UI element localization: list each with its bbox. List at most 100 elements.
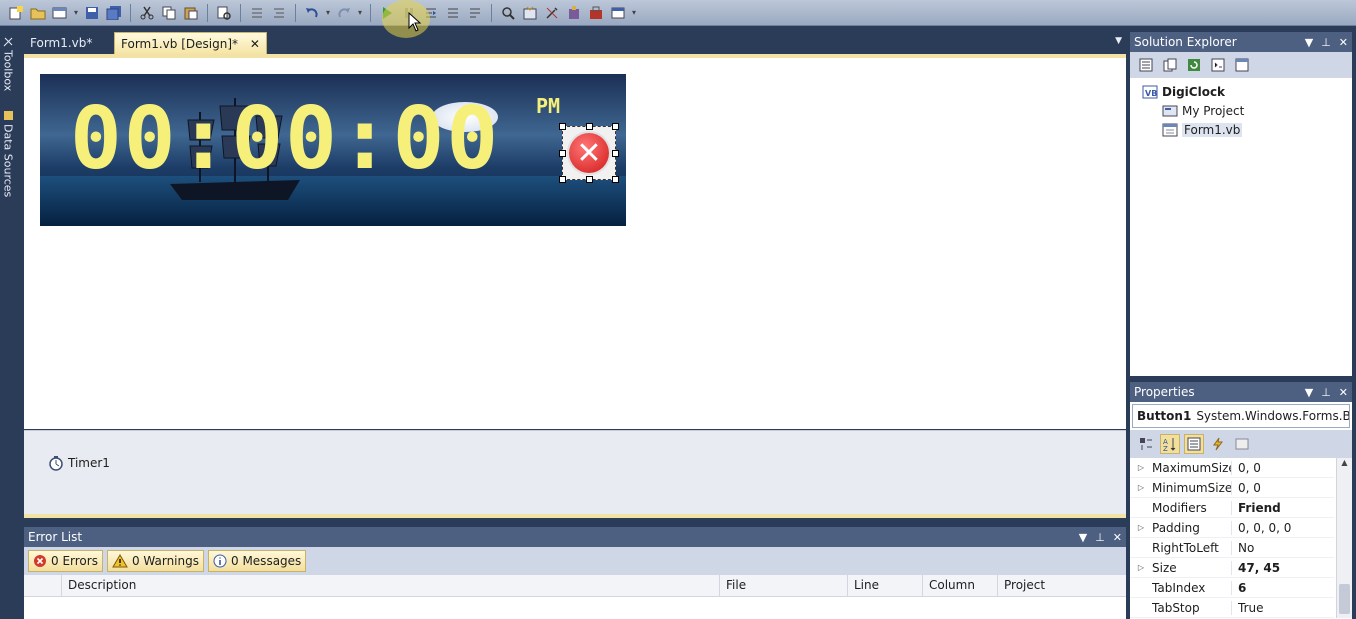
tab-form1-code[interactable]: Form1.vb* xyxy=(24,32,98,54)
expand-arrow-icon[interactable]: ▷ xyxy=(1130,563,1152,572)
messages-filter-button[interactable]: 0 Messages xyxy=(208,550,307,572)
alphabetical-icon[interactable]: AZ xyxy=(1160,434,1180,454)
property-row[interactable]: ▷ MaximumSize 0, 0 xyxy=(1130,458,1334,478)
property-value[interactable]: Friend xyxy=(1232,501,1281,515)
save-icon[interactable] xyxy=(82,3,102,23)
warnings-filter-button[interactable]: 0 Warnings xyxy=(106,550,204,572)
redo-icon[interactable] xyxy=(334,3,354,23)
tree-item-form1[interactable]: Form1.vb xyxy=(1130,120,1352,139)
copy-icon[interactable] xyxy=(159,3,179,23)
clock-background-picture[interactable]: 00:00:00 PM ✕ xyxy=(40,74,626,226)
close-panel-icon[interactable]: ✕ xyxy=(1113,531,1122,544)
column-header-line[interactable]: Line xyxy=(848,575,923,596)
expand-arrow-icon[interactable]: ▷ xyxy=(1130,483,1152,492)
expand-arrow-icon[interactable]: ▷ xyxy=(1130,463,1152,472)
tree-item-my-project[interactable]: My Project xyxy=(1130,101,1352,120)
properties-icon[interactable] xyxy=(542,3,562,23)
auto-hide-pin-icon[interactable]: ⊥ xyxy=(1095,531,1105,544)
auto-hide-pin-icon[interactable]: ⊥ xyxy=(1321,386,1331,399)
tab-form1-design[interactable]: Form1.vb [Design]* ✕ xyxy=(114,32,267,54)
property-value[interactable]: True xyxy=(1232,601,1264,615)
add-new-item-icon[interactable] xyxy=(50,3,70,23)
column-header-column[interactable]: Column xyxy=(923,575,998,596)
form-designer-surface[interactable]: 00:00:00 PM ✕ xyxy=(24,54,1126,429)
categorized-icon[interactable] xyxy=(1136,434,1156,454)
start-debugging-icon[interactable] xyxy=(377,3,397,23)
column-header-description[interactable]: Description xyxy=(62,575,720,596)
step-into-icon[interactable] xyxy=(421,3,441,23)
object-selector-dropdown[interactable]: Button1 System.Windows.Forms.B ▼ xyxy=(1132,404,1350,428)
resize-handle[interactable] xyxy=(586,176,593,183)
resize-handle[interactable] xyxy=(612,176,619,183)
tree-item-project[interactable]: VB DigiClock xyxy=(1130,82,1352,101)
view-designer-icon[interactable] xyxy=(1232,55,1252,75)
scroll-up-arrow-icon[interactable]: ▲ xyxy=(1337,458,1352,472)
timer1-component[interactable]: Timer1 xyxy=(48,455,110,471)
property-row[interactable]: ▷ MinimumSize 0, 0 xyxy=(1130,478,1334,498)
property-row[interactable]: ▷ Padding 0, 0, 0, 0 xyxy=(1130,518,1334,538)
resize-handle[interactable] xyxy=(559,123,566,130)
step-over-icon[interactable] xyxy=(443,3,463,23)
property-value[interactable]: 0, 0 xyxy=(1232,461,1261,475)
column-header-project[interactable]: Project xyxy=(998,575,1126,596)
column-header-file[interactable]: File xyxy=(720,575,848,596)
property-value[interactable]: 0, 0 xyxy=(1232,481,1261,495)
window-position-dropdown-icon[interactable]: ▼ xyxy=(1305,36,1313,49)
redo-dropdown-icon[interactable]: ▾ xyxy=(356,3,364,23)
step-out-icon[interactable] xyxy=(465,3,485,23)
show-all-files-icon[interactable] xyxy=(1160,55,1180,75)
property-value[interactable]: 0, 0, 0, 0 xyxy=(1232,521,1291,535)
cut-icon[interactable] xyxy=(137,3,157,23)
property-row[interactable]: ▷ Size 47, 45 xyxy=(1130,558,1334,578)
tab-list-dropdown-icon[interactable]: ▼ xyxy=(1115,36,1122,46)
resize-handle[interactable] xyxy=(586,123,593,130)
toolbar-options-icon[interactable]: ▾ xyxy=(630,3,638,23)
find-in-files-icon[interactable] xyxy=(214,3,234,23)
auto-hide-pin-icon[interactable]: ⊥ xyxy=(1321,36,1331,49)
uncomment-lines-icon[interactable] xyxy=(269,3,289,23)
close-tab-icon[interactable]: ✕ xyxy=(250,37,260,51)
paste-icon[interactable] xyxy=(181,3,201,23)
window-position-dropdown-icon[interactable]: ▼ xyxy=(1079,531,1087,544)
properties-button-icon[interactable] xyxy=(1136,55,1156,75)
open-folder-icon[interactable] xyxy=(28,3,48,23)
object-browser-icon[interactable] xyxy=(564,3,584,23)
close-panel-icon[interactable]: ✕ xyxy=(1339,36,1348,49)
property-row[interactable]: Modifiers Friend xyxy=(1130,498,1334,518)
resize-handle[interactable] xyxy=(559,150,566,157)
resize-handle[interactable] xyxy=(612,123,619,130)
scroll-thumb[interactable] xyxy=(1339,584,1350,614)
property-value[interactable]: 47, 45 xyxy=(1232,561,1280,575)
save-all-icon[interactable] xyxy=(104,3,124,23)
properties-view-icon[interactable] xyxy=(1184,434,1204,454)
refresh-icon[interactable] xyxy=(1184,55,1204,75)
property-pages-icon[interactable] xyxy=(1232,434,1252,454)
find-icon[interactable] xyxy=(498,3,518,23)
toolbox-icon[interactable] xyxy=(586,3,606,23)
start-page-icon[interactable] xyxy=(608,3,628,23)
window-position-dropdown-icon[interactable]: ▼ xyxy=(1305,386,1313,399)
property-row[interactable]: RightToLeft No xyxy=(1130,538,1334,558)
close-button-selected[interactable]: ✕ xyxy=(559,123,619,183)
property-grid-scrollbar[interactable]: ▲ xyxy=(1336,458,1352,618)
property-value[interactable]: 6 xyxy=(1232,581,1246,595)
property-row[interactable]: TabStop True xyxy=(1130,598,1334,618)
undo-dropdown-icon[interactable]: ▾ xyxy=(324,3,332,23)
comment-lines-icon[interactable] xyxy=(247,3,267,23)
data-sources-tab[interactable]: Data Sources xyxy=(0,110,16,197)
property-value[interactable]: No xyxy=(1232,541,1254,555)
add-item-icon[interactable] xyxy=(6,3,26,23)
add-item-dropdown-icon[interactable]: ▾ xyxy=(72,3,80,23)
errors-filter-button[interactable]: 0 Errors xyxy=(28,550,103,572)
close-panel-icon[interactable]: ✕ xyxy=(1339,386,1348,399)
resize-handle[interactable] xyxy=(559,176,566,183)
resize-handle[interactable] xyxy=(612,150,619,157)
undo-icon[interactable] xyxy=(302,3,322,23)
solution-explorer-icon[interactable] xyxy=(520,3,540,23)
property-row[interactable]: TabIndex 6 xyxy=(1130,578,1334,598)
expand-arrow-icon[interactable]: ▷ xyxy=(1130,523,1152,532)
my-project-label: My Project xyxy=(1182,103,1245,118)
toolbox-tab[interactable]: Toolbox xyxy=(0,36,16,91)
view-code-icon[interactable] xyxy=(1208,55,1228,75)
events-lightning-icon[interactable] xyxy=(1208,434,1228,454)
